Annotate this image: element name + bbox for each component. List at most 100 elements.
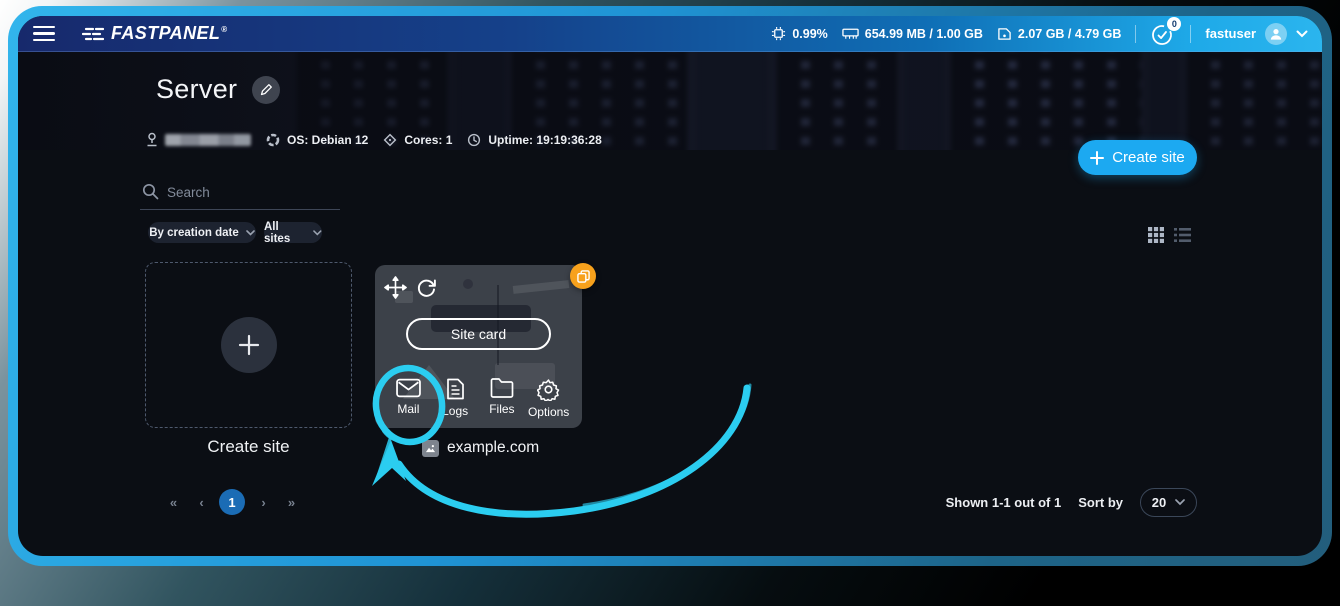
sort-filter-label: By creation date [149, 227, 238, 239]
server-uptime-value: Uptime: 19:19:36:28 [488, 133, 601, 147]
notifications-badge: 0 [1167, 17, 1181, 31]
plus-icon [238, 334, 260, 356]
chevron-down-icon [313, 230, 322, 236]
server-meta: OS: Debian 12 Cores: 1 [146, 132, 602, 147]
create-site-card-label: Create site [145, 437, 352, 457]
refresh-icon[interactable] [416, 276, 437, 298]
menu-icon[interactable] [33, 26, 55, 42]
topbar-divider [1190, 25, 1191, 43]
plus-circle [221, 317, 277, 373]
mail-icon [396, 378, 421, 398]
drag-move-icon[interactable] [384, 276, 407, 299]
username: fastuser [1205, 26, 1256, 41]
search-input[interactable] [140, 182, 340, 210]
registered-mark: ® [221, 25, 227, 34]
cpu-value: 0.99% [792, 27, 827, 41]
sort-filter-dropdown[interactable]: By creation date [148, 222, 256, 243]
sort-by-label: Sort by [1078, 495, 1123, 510]
clock-icon [467, 133, 481, 147]
copy-site-button[interactable] [570, 263, 596, 289]
chevron-down-icon [1175, 499, 1185, 506]
logs-button[interactable]: Logs [432, 378, 479, 419]
site-thumbnail-icon [422, 440, 439, 457]
mail-label: Mail [397, 402, 419, 416]
grid-view-icon[interactable] [1148, 227, 1164, 243]
pencil-icon [260, 83, 273, 96]
redacted-ip [165, 134, 251, 146]
type-filter-dropdown[interactable]: All sites [264, 222, 322, 243]
site-card-actions: Mail Logs [385, 378, 572, 419]
logs-icon [446, 378, 465, 400]
chevron-down-icon [246, 230, 255, 236]
app-window: FASTPANEL® 0.99% [18, 16, 1322, 556]
edit-server-name-button[interactable] [252, 76, 280, 104]
os-icon [266, 133, 280, 147]
brand-logo[interactable]: FASTPANEL® [82, 23, 228, 44]
brand-name: FASTPANEL® [111, 23, 228, 44]
mail-button[interactable]: Mail [385, 378, 432, 419]
screenshot-frame: FASTPANEL® 0.99% [8, 6, 1332, 566]
per-page-select[interactable]: 20 [1140, 488, 1197, 517]
list-view-icon[interactable] [1174, 227, 1191, 243]
gear-icon [537, 378, 560, 401]
server-ip [146, 132, 251, 147]
server-cores: Cores: 1 [383, 133, 452, 147]
folder-icon [490, 378, 514, 398]
footer-right: Shown 1-1 out of 1 Sort by 20 [946, 488, 1197, 517]
avatar [1265, 23, 1287, 45]
search-box [140, 182, 340, 210]
options-button[interactable]: Options [525, 378, 572, 419]
server-hero: Server [18, 52, 1322, 150]
cpu-stat: 0.99% [771, 26, 827, 41]
notifications-button[interactable]: 0 [1150, 21, 1176, 47]
logs-label: Logs [442, 404, 468, 418]
site-domain-row[interactable]: example.com [422, 439, 539, 457]
server-cores-value: Cores: 1 [404, 133, 452, 147]
cores-icon [383, 133, 397, 147]
page-title: Server [156, 74, 237, 105]
topbar-divider [1135, 25, 1136, 43]
server-os-value: OS: Debian 12 [287, 133, 368, 147]
brand-mark-icon [82, 25, 104, 43]
ram-value: 654.99 MB / 1.00 GB [865, 27, 983, 41]
per-page-value: 20 [1152, 495, 1166, 510]
user-menu[interactable]: fastuser [1205, 23, 1308, 45]
pagination: « ‹ 1 › » [163, 489, 301, 515]
ram-icon [842, 27, 859, 40]
files-button[interactable]: Files [479, 378, 526, 419]
topbar-right: 0.99% 654.99 MB / 1.00 GB [771, 21, 1322, 47]
image-icon [425, 443, 436, 454]
copy-icon [577, 270, 590, 283]
type-filter-label: All sites [264, 221, 306, 245]
disk-icon [997, 27, 1012, 41]
person-icon [1269, 27, 1283, 41]
page-background: FASTPANEL® 0.99% [0, 0, 1340, 606]
card-top-icons [384, 276, 437, 299]
shown-count: Shown 1-1 out of 1 [946, 495, 1062, 510]
server-os: OS: Debian 12 [266, 133, 368, 147]
search-icon [142, 183, 159, 200]
location-pin-icon [146, 132, 158, 147]
options-label: Options [528, 405, 569, 419]
create-site-card[interactable] [145, 262, 352, 428]
cpu-icon [771, 26, 786, 41]
site-card[interactable]: Site card Mail [375, 265, 582, 428]
chevron-down-icon [1296, 30, 1308, 38]
last-page-button[interactable]: » [281, 495, 301, 510]
create-site-button-label: Create site [1112, 149, 1185, 166]
topbar: FASTPANEL® 0.99% [18, 16, 1322, 52]
current-page-button[interactable]: 1 [219, 489, 245, 515]
files-label: Files [489, 402, 514, 416]
view-toggles [1148, 227, 1191, 243]
site-card-button[interactable]: Site card [406, 318, 551, 350]
create-site-button[interactable]: Create site [1078, 140, 1197, 175]
server-uptime: Uptime: 19:19:36:28 [467, 133, 601, 147]
first-page-button[interactable]: « [163, 495, 183, 510]
plus-icon [1090, 151, 1104, 165]
ram-stat: 654.99 MB / 1.00 GB [842, 27, 983, 41]
next-page-button[interactable]: › [253, 495, 273, 510]
disk-value: 2.07 GB / 4.79 GB [1018, 27, 1122, 41]
disk-stat: 2.07 GB / 4.79 GB [997, 27, 1122, 41]
site-domain: example.com [447, 439, 539, 457]
prev-page-button[interactable]: ‹ [191, 495, 211, 510]
